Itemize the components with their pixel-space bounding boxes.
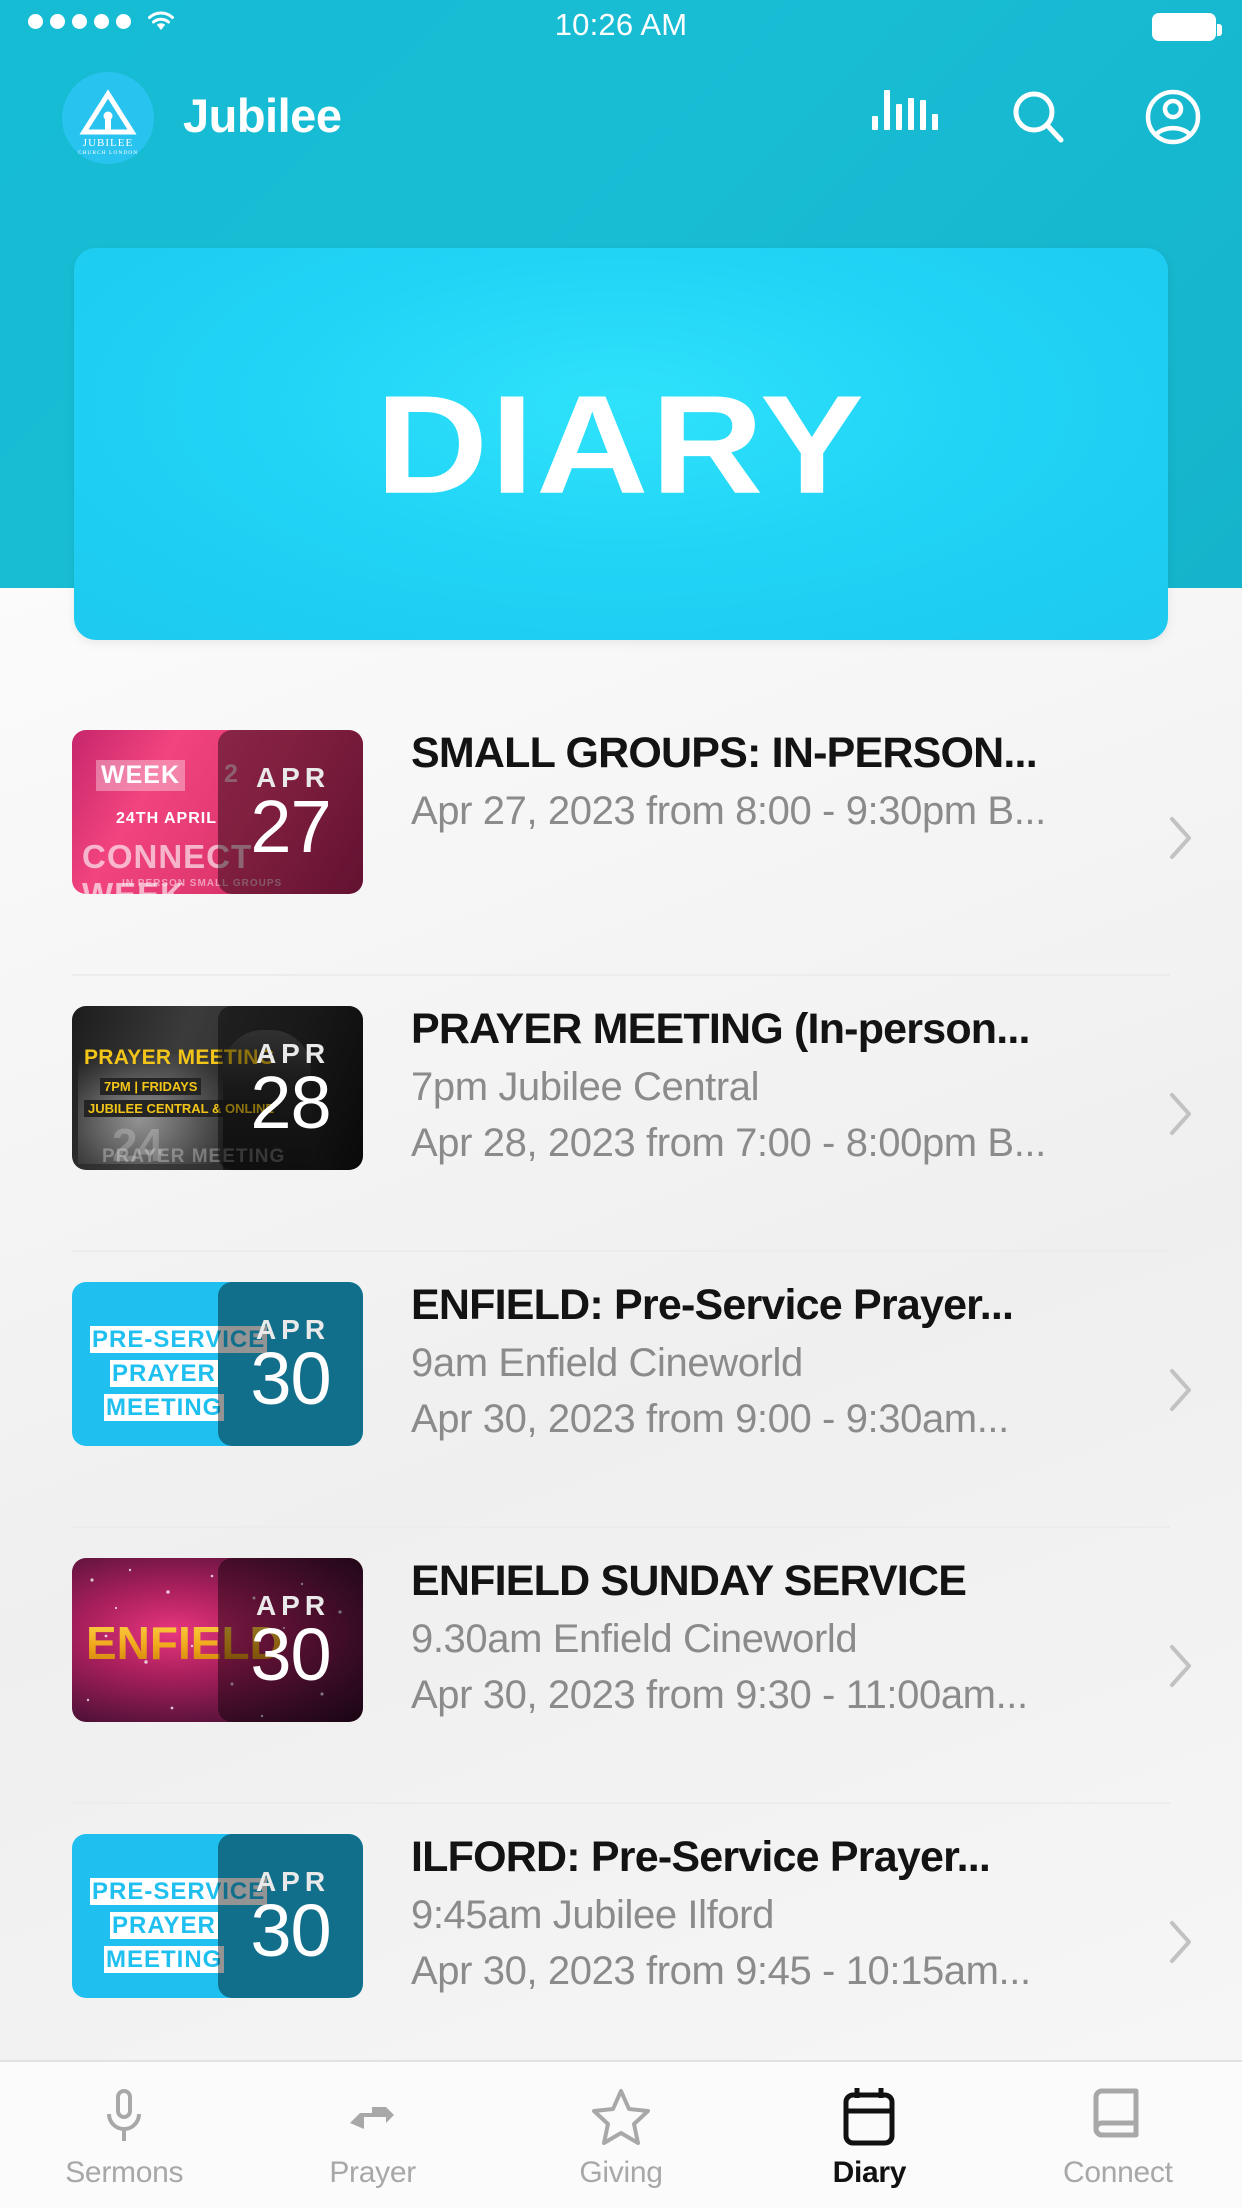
event-subtitle: 9.30am Enfield Cineworld — [411, 1616, 858, 1661]
tab-label: Giving — [579, 2156, 663, 2189]
event-subtitle: 9:45am Jubilee Ilford — [411, 1892, 774, 1937]
event-list[interactable]: WEEK 2 24TH APRIL CONNECT WEEK IN PERSON… — [0, 700, 1242, 2080]
event-title: PRAYER MEETING (In-person... — [411, 1005, 1031, 1053]
tab-connect[interactable]: Connect — [994, 2062, 1242, 2208]
chevron-right-icon — [1168, 1367, 1194, 1413]
battery-full-icon — [1152, 13, 1222, 41]
event-text-block: SMALL GROUPS: IN-PERSON... Apr 27, 2023 … — [363, 726, 1242, 835]
date-badge: APR 30 — [218, 1834, 363, 1998]
navigation-bar: JUBILEE CHURCH LONDON Jubilee — [0, 68, 1242, 168]
search-icon[interactable] — [1006, 84, 1072, 150]
audio-bars-icon[interactable] — [872, 84, 938, 150]
artwork-text: WEEK — [96, 760, 185, 791]
tab-sermons[interactable]: Sermons — [0, 2062, 248, 2208]
event-subtitle: 9am Enfield Cineworld — [411, 1340, 803, 1385]
date-badge: APR 30 — [218, 1558, 363, 1722]
calendar-icon — [839, 2080, 899, 2152]
svg-text:CHURCH LONDON: CHURCH LONDON — [78, 150, 139, 156]
chevron-right-icon — [1168, 815, 1194, 861]
event-text-block: ENFIELD: Pre-Service Prayer... 9am Enfie… — [363, 1278, 1242, 1443]
praying-hands-icon — [342, 2080, 404, 2152]
event-thumbnail: PRAYER MEETING 7PM | FRIDAYS JUBILEE CEN… — [72, 1006, 363, 1170]
tab-prayer[interactable]: Prayer — [248, 2062, 496, 2208]
list-item[interactable]: PRAYER MEETING 7PM | FRIDAYS JUBILEE CEN… — [0, 976, 1242, 1252]
tab-label: Prayer — [329, 2156, 416, 2189]
artwork-text: MEETING — [104, 1394, 225, 1421]
chevron-right-icon — [1168, 1091, 1194, 1137]
date-badge-day: 28 — [250, 1060, 331, 1144]
event-title: ENFIELD SUNDAY SERVICE — [411, 1557, 967, 1605]
date-badge-day: 30 — [250, 1612, 331, 1696]
microphone-icon — [97, 2080, 151, 2152]
account-icon[interactable] — [1140, 84, 1206, 150]
artwork-text: 7PM | FRIDAYS — [100, 1078, 202, 1095]
event-text-block: ENFIELD SUNDAY SERVICE 9.30am Enfield Ci… — [363, 1554, 1242, 1719]
event-date: Apr 27, 2023 from 8:00 - 9:30pm B... — [411, 788, 1046, 833]
event-thumbnail: PRE-SERVICE PRAYER MEETING APR 30 — [72, 1834, 363, 1998]
event-title: SMALL GROUPS: IN-PERSON... — [411, 729, 1038, 777]
list-item[interactable]: WEEK 2 24TH APRIL CONNECT WEEK IN PERSON… — [0, 700, 1242, 976]
date-badge-day: 30 — [250, 1336, 331, 1420]
event-thumbnail: PRE-SERVICE PRAYER MEETING APR 30 — [72, 1282, 363, 1446]
event-text-block: PRAYER MEETING (In-person... 7pm Jubilee… — [363, 1002, 1242, 1167]
event-date: Apr 30, 2023 from 9:45 - 10:15am... — [411, 1948, 1031, 1993]
artwork-text: 24TH APRIL — [116, 810, 217, 827]
list-item[interactable]: PRE-SERVICE PRAYER MEETING APR 30 ENFIEL… — [0, 1252, 1242, 1528]
jubilee-logo-icon: JUBILEE CHURCH LONDON — [62, 72, 154, 164]
event-thumbnail: ENFIELD APR 30 — [72, 1558, 363, 1722]
bottom-tab-bar: Sermons Prayer Giving Diary Connect — [0, 2060, 1242, 2208]
event-thumbnail: WEEK 2 24TH APRIL CONNECT WEEK IN PERSON… — [72, 730, 363, 894]
header-actions — [872, 84, 1206, 150]
date-badge-day: 30 — [250, 1888, 331, 1972]
star-icon — [590, 2080, 652, 2152]
artwork-text: PRAYER — [110, 1360, 218, 1387]
chevron-right-icon — [1168, 1919, 1194, 1965]
book-icon — [1090, 2080, 1146, 2152]
artwork-text: MEETING — [104, 1946, 225, 1973]
date-badge: APR 27 — [218, 730, 363, 894]
list-item[interactable]: ENFIELD APR 30 ENFIELD SUNDAY SERVICE 9.… — [0, 1528, 1242, 1804]
diary-banner[interactable]: DIARY — [74, 248, 1168, 640]
tab-giving[interactable]: Giving — [497, 2062, 745, 2208]
event-subtitle: 7pm Jubilee Central — [411, 1064, 760, 1109]
status-bar-clock: 10:26 AM — [554, 7, 688, 42]
event-date: Apr 28, 2023 from 7:00 - 8:00pm B... — [411, 1120, 1046, 1165]
tab-diary[interactable]: Diary — [745, 2062, 993, 2208]
chevron-right-icon — [1168, 1643, 1194, 1689]
event-text-block: ILFORD: Pre-Service Prayer... 9:45am Jub… — [363, 1830, 1242, 1995]
date-badge: APR 30 — [218, 1282, 363, 1446]
event-title: ILFORD: Pre-Service Prayer... — [411, 1833, 991, 1881]
event-date: Apr 30, 2023 from 9:30 - 11:00am... — [411, 1672, 1028, 1717]
tab-label: Sermons — [65, 2156, 184, 2189]
banner-title: DIARY — [375, 366, 867, 522]
event-title: ENFIELD: Pre-Service Prayer... — [411, 1281, 1014, 1329]
status-bar: 10:26 AM — [0, 0, 1242, 48]
app-title: Jubilee — [183, 89, 342, 142]
artwork-text: PRAYER — [110, 1912, 218, 1939]
svg-text:JUBILEE: JUBILEE — [83, 137, 133, 149]
event-date: Apr 30, 2023 from 9:00 - 9:30am... — [411, 1396, 1009, 1441]
date-badge-day: 27 — [250, 784, 331, 868]
date-badge: APR 28 — [218, 1006, 363, 1170]
tab-label: Connect — [1063, 2156, 1173, 2189]
tab-label: Diary — [832, 2156, 907, 2189]
list-item[interactable]: PRE-SERVICE PRAYER MEETING APR 30 ILFORD… — [0, 1804, 1242, 2080]
